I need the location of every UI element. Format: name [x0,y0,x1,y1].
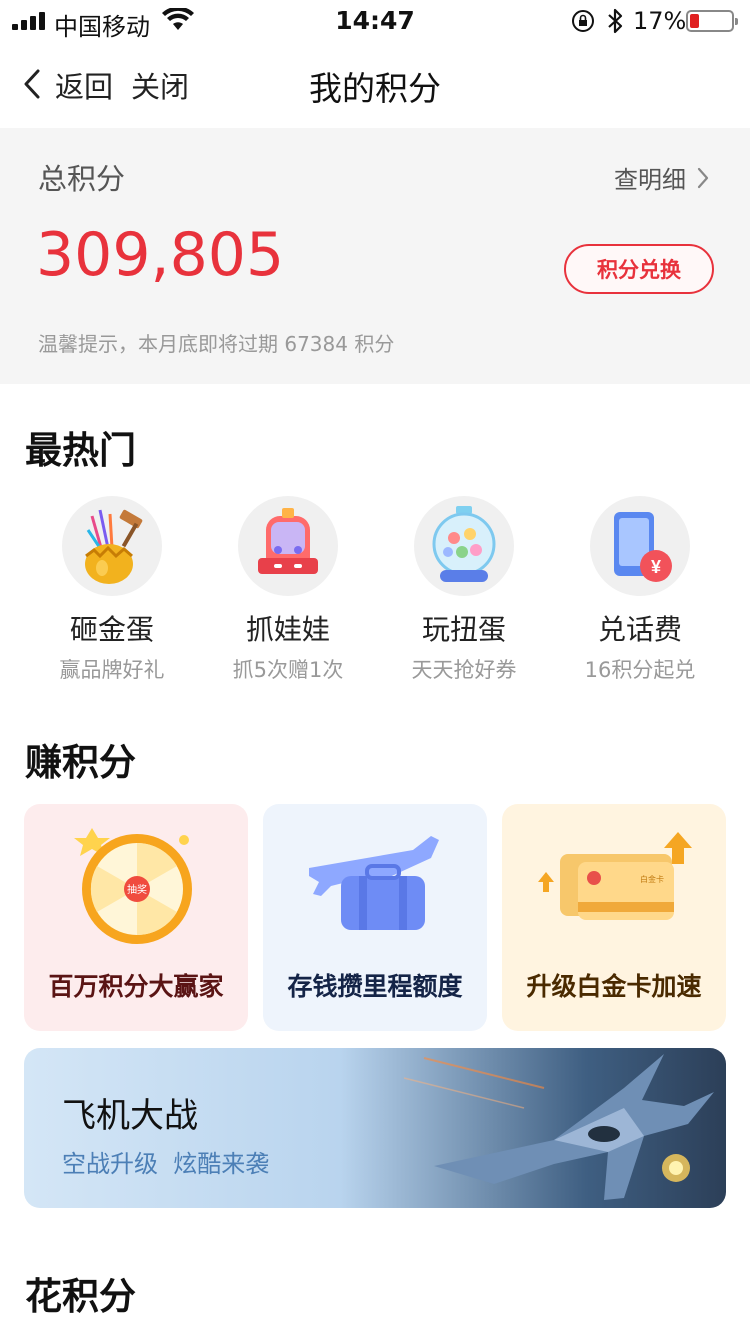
expiry-hint: 温馨提示，本月底即将过期 67384 积分 [38,332,395,356]
earn-card-platinum[interactable]: 白金卡 升级白金卡加速 [502,804,726,1031]
nav-bar: 返回 关闭 我的积分 [0,42,750,128]
card-tag-label: 白金卡 [640,874,664,884]
phone-bill-icon: ¥ [590,496,690,596]
banner-subtitle: 空战升级 炫酷来袭 [62,1150,270,1178]
hot-item-subtitle: 抓5次赠1次 [232,658,344,682]
hot-item-claw-machine[interactable]: 抓娃娃 抓5次赠1次 [200,496,376,684]
battery-percent: 17% [633,7,687,35]
hot-item-subtitle: 赢品牌好礼 [59,658,165,682]
earn-card-lucky-wheel[interactable]: 抽奖 百万积分大赢家 [24,804,248,1031]
hot-item-name: 玩扭蛋 [421,613,506,646]
platinum-card-icon: 白金卡 [538,832,692,920]
hot-item-phone-bill[interactable]: ¥ 兑话费 16积分起兑 [552,496,728,684]
hot-item-name: 兑话费 [597,613,682,646]
wheel-center-label: 抽奖 [127,883,147,896]
points-exchange-button[interactable]: 积分兑换 [564,244,714,294]
points-summary-card: 总积分 查明细 309,805 积分兑换 温馨提示，本月底即将过期 67384 … [0,128,750,384]
hot-item-gashapon[interactable]: 玩扭蛋 天天抢好券 [376,496,552,684]
earn-section-title: 赚积分 [25,741,136,784]
svg-text:¥: ¥ [651,557,661,577]
page-title: 我的积分 [309,69,441,108]
view-details-link[interactable]: 查明细 [614,160,710,195]
banner-title: 飞机大战 [62,1096,198,1136]
earn-card-label: 百万积分大赢家 [48,972,224,1001]
claw-machine-icon [238,496,338,596]
hot-item-name: 抓娃娃 [245,613,330,646]
battery-icon [686,10,738,32]
view-details-label: 查明细 [614,166,686,194]
hot-item-name: 砸金蛋 [69,613,154,646]
earn-card-mileage[interactable]: 存钱攒里程额度 [263,804,487,1031]
airplane-luggage-icon [309,836,439,930]
chevron-right-icon [697,167,709,188]
bluetooth-icon [608,8,623,34]
plane-game-banner[interactable]: 飞机大战 空战升级 炫酷来袭 [24,1048,726,1208]
total-points-label: 总积分 [38,162,126,196]
earn-card-label: 升级白金卡加速 [526,972,702,1001]
lucky-wheel-icon: 抽奖 [74,828,192,944]
hot-section-title: 最热门 [25,429,136,472]
rotation-lock-icon [572,10,594,32]
status-bar: 中国移动 14:47 17% [0,0,750,41]
hot-item-golden-egg[interactable]: 砸金蛋 赢品牌好礼 [24,496,200,684]
gashapon-icon [414,496,514,596]
earn-card-label: 存钱攒里程额度 [287,972,463,1001]
hot-item-subtitle: 天天抢好券 [411,658,517,682]
hot-item-subtitle: 16积分起兑 [584,658,696,682]
spend-section-title: 花积分 [25,1275,136,1318]
golden-egg-icon [62,496,162,596]
total-points-value: 309,805 [36,220,285,290]
